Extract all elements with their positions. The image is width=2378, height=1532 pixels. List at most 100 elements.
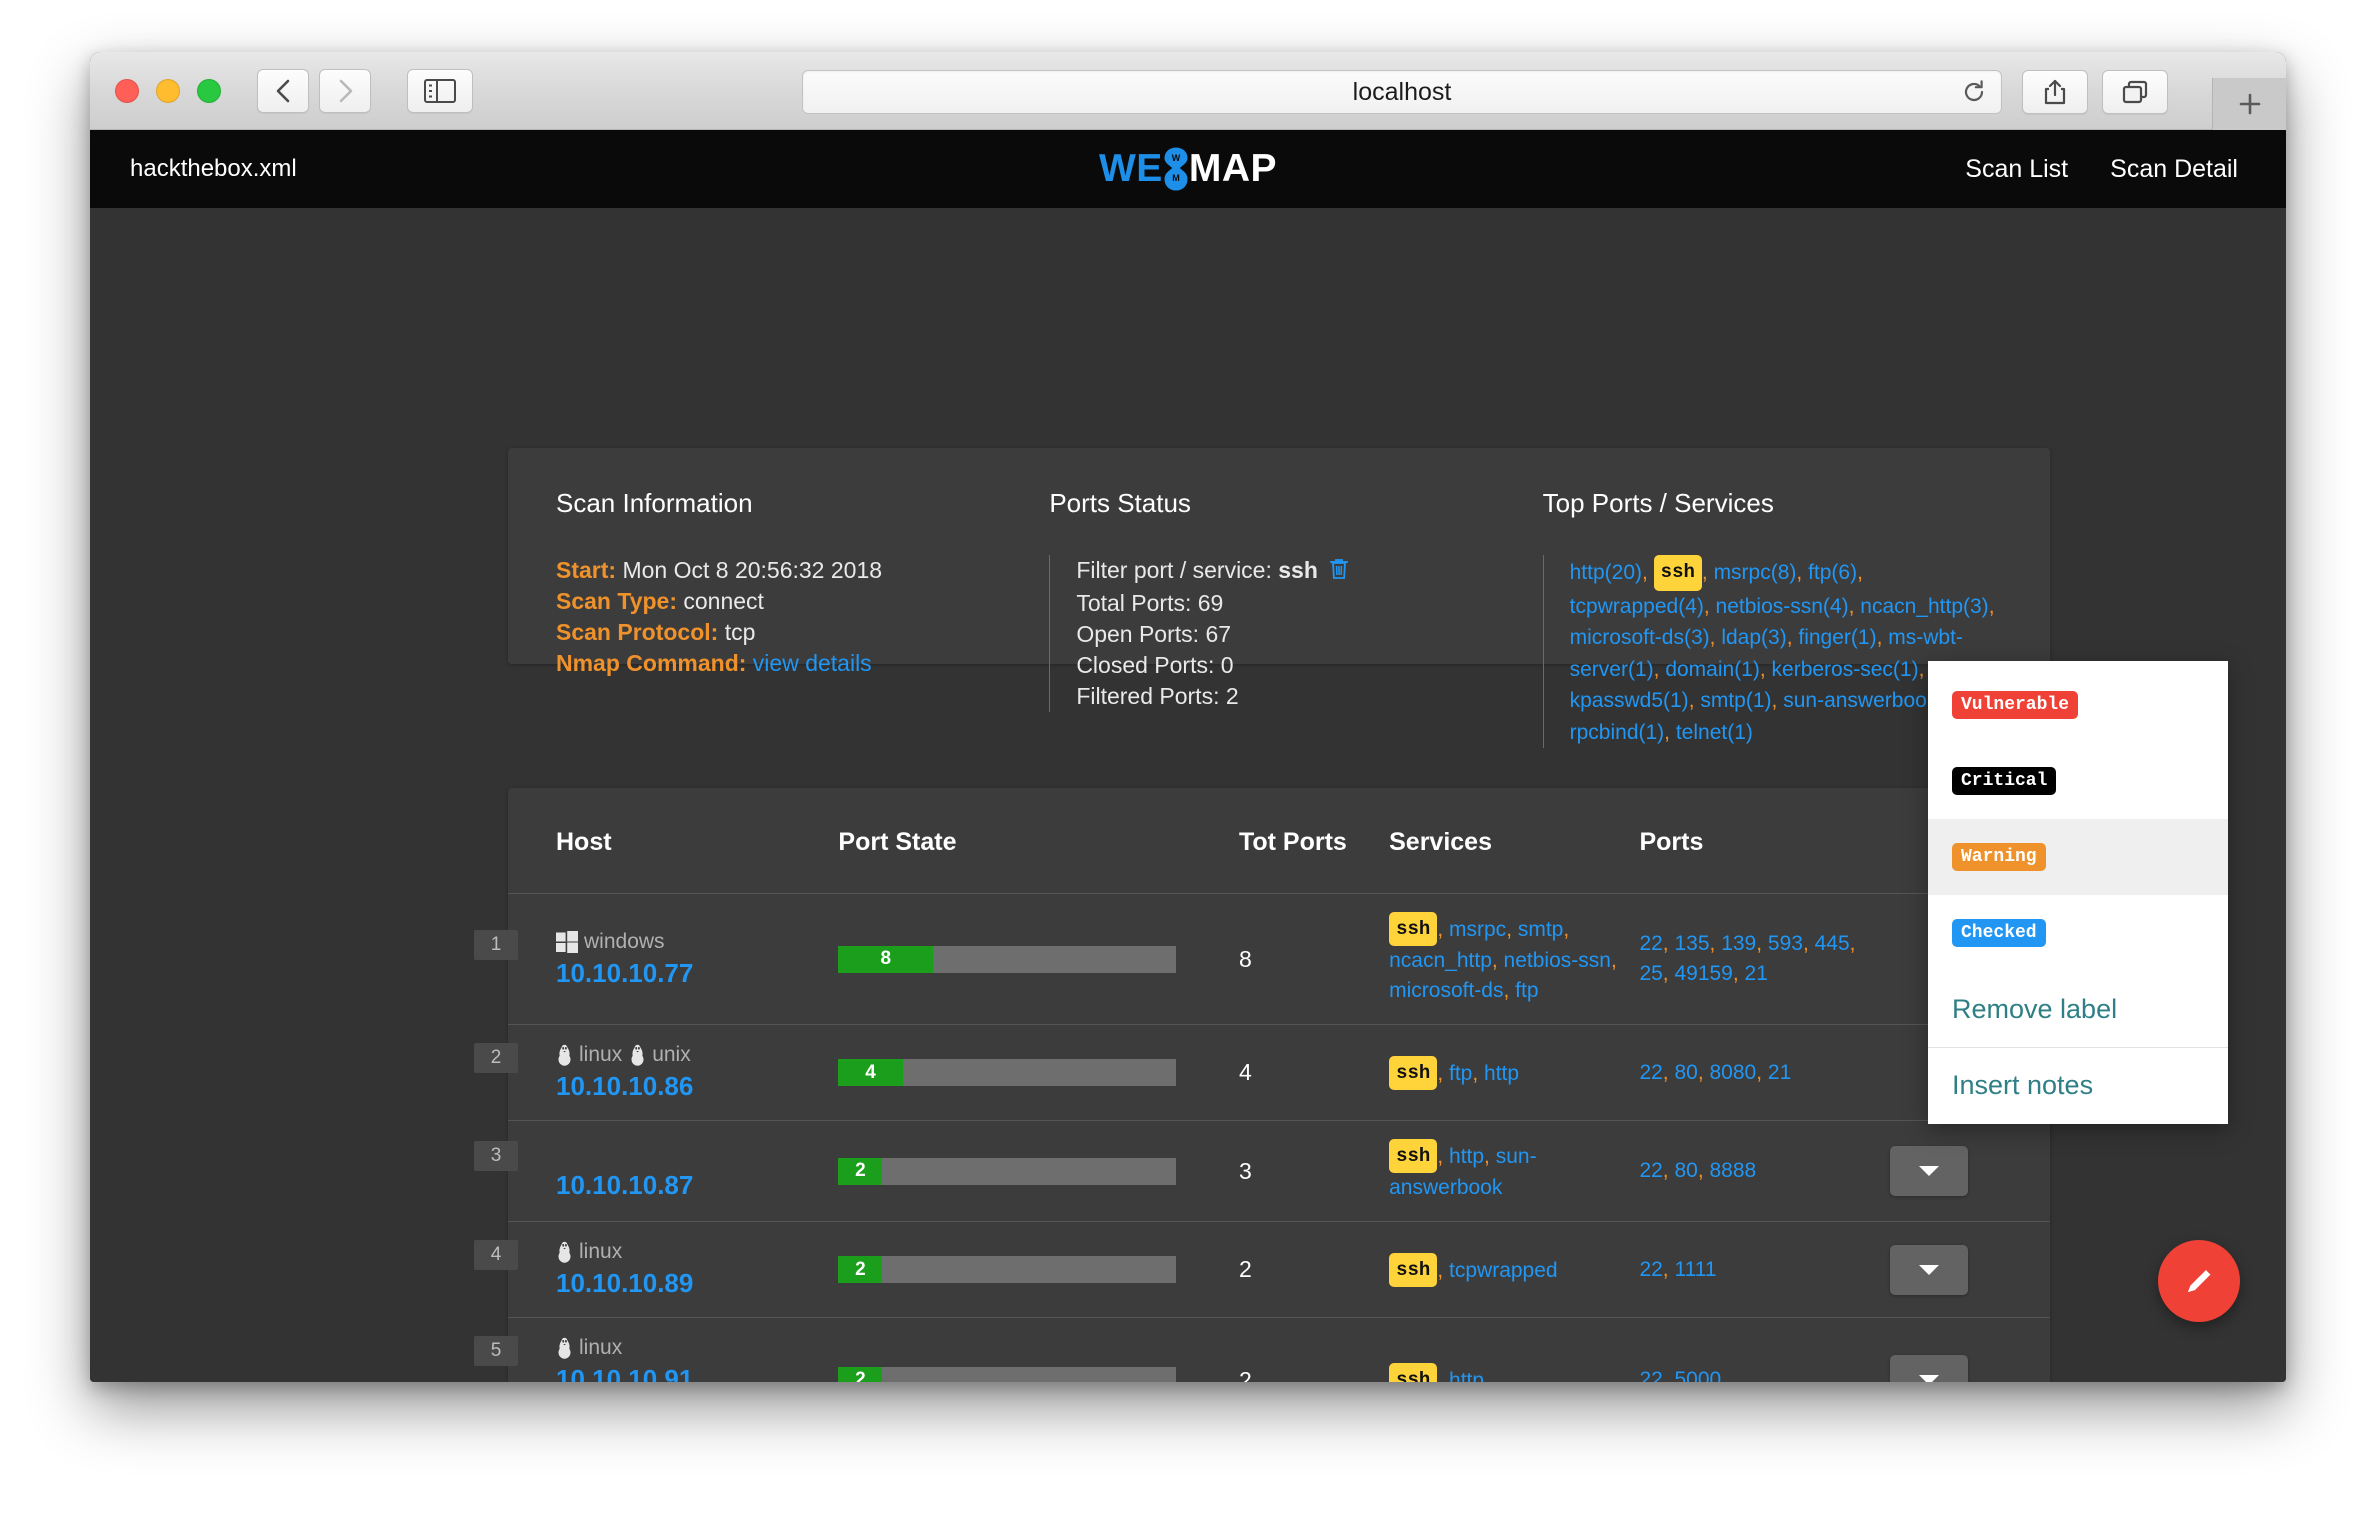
top-service-link[interactable]: finger(1) [1798,626,1876,649]
top-service-tag-ssh[interactable]: ssh [1653,555,1702,591]
service-link[interactable]: http [1449,1145,1484,1168]
services-cell: ssh, tcpwrapped [1389,1222,1639,1318]
port-link[interactable]: 1111 [1674,1258,1716,1281]
top-service-link[interactable]: smtp(1) [1700,689,1771,712]
top-ports-services-title: Top Ports / Services [1542,488,1774,518]
service-link[interactable]: ftp [1515,979,1538,1002]
host-ip-link[interactable]: 10.10.10.91 [556,1364,838,1382]
nav-link-scan-list[interactable]: Scan List [1965,155,2068,184]
reload-button[interactable] [1961,79,1987,105]
tot-ports-cell: 2 [1238,1256,1252,1282]
menu-item-warning[interactable]: Warning [1928,819,2228,895]
column-header-tot-ports[interactable]: Tot Ports [1238,788,1390,894]
port-link[interactable]: 22 [1639,1258,1662,1281]
top-service-link[interactable]: tcpwrapped(4) [1570,595,1704,618]
port-link[interactable]: 593 [1768,932,1803,955]
sidebar-toggle-button[interactable] [407,68,473,113]
webmap-logo[interactable]: WE W M MAP [1099,147,1277,191]
top-service-link[interactable]: telnet(1) [1676,721,1753,744]
port-link[interactable]: 8888 [1710,1159,1757,1182]
delete-filter-button[interactable] [1329,557,1349,588]
port-link[interactable]: 21 [1745,962,1768,985]
port-link[interactable]: 445 [1815,932,1850,955]
port-link[interactable]: 80 [1674,1159,1697,1182]
host-ip-link[interactable]: 10.10.10.87 [556,1170,838,1201]
port-link[interactable]: 22 [1639,1368,1662,1382]
port-link[interactable]: 139 [1721,932,1756,955]
port-link[interactable]: 8080 [1710,1061,1757,1084]
port-link[interactable]: 22 [1639,932,1662,955]
service-tag-ssh[interactable]: ssh [1389,912,1438,946]
top-service-link[interactable]: http(20) [1570,561,1642,584]
top-service-link[interactable]: msrpc(8) [1714,561,1797,584]
new-tab-button[interactable] [2212,78,2286,130]
ports-status-row-filtered: Filtered Ports: 2 [1076,681,1542,712]
row-label-dropdown-button[interactable] [1889,1244,1968,1295]
table-row[interactable]: 5linux10.10.10.91devoops.htb22ssh, http2… [474,1318,2050,1382]
service-link[interactable]: http [1484,1062,1519,1085]
service-link[interactable]: microsoft-ds [1389,979,1503,1002]
open-ports-progress-bar: 2 [838,1157,1177,1185]
share-button[interactable] [2022,70,2088,114]
top-service-link[interactable]: domain(1) [1665,658,1760,681]
port-link[interactable]: 49159 [1674,962,1732,985]
service-link[interactable]: http [1449,1369,1484,1382]
minimize-window-button[interactable] [156,78,180,103]
port-link[interactable]: 25 [1639,962,1662,985]
table-row[interactable]: 4 linux 10.10.10.89 2 2 ssh, tcpwrapped 22, 11… [474,1222,2050,1318]
edit-fab-button[interactable] [2158,1240,2240,1322]
back-button[interactable] [257,68,309,113]
menu-item-remove-label[interactable]: Remove label [1928,971,2228,1047]
port-link[interactable]: 135 [1674,932,1709,955]
service-link[interactable]: tcpwrapped [1449,1259,1558,1282]
top-service-link[interactable]: ldap(3) [1721,626,1786,649]
menu-item-vulnerable[interactable]: Vulnerable [1928,667,2228,743]
column-header-services[interactable]: Services [1389,788,1640,894]
port-link[interactable]: 5000 [1674,1368,1721,1382]
top-service-link[interactable]: microsoft-ds(3) [1570,626,1710,649]
port-link[interactable]: 22 [1639,1159,1662,1182]
address-bar[interactable]: localhost [802,70,2002,114]
nav-link-scan-detail[interactable]: Scan Detail [2110,155,2238,184]
close-window-button[interactable] [115,78,139,103]
service-link[interactable]: msrpc [1449,918,1506,941]
top-service-link[interactable]: rpcbind(1) [1570,721,1665,744]
host-ip-link[interactable]: 10.10.10.89 [556,1268,838,1299]
tab-overview-button[interactable] [2102,70,2168,114]
service-tag-ssh[interactable]: ssh [1389,1139,1438,1173]
column-header-port-state[interactable]: Port State [838,788,1239,894]
top-service-link[interactable]: netbios-ssn(4) [1716,595,1849,618]
row-label-dropdown-button[interactable] [1889,1146,1968,1196]
menu-item-critical[interactable]: Critical [1928,743,2228,819]
forward-button[interactable] [319,68,371,113]
column-header-host[interactable]: Host [508,788,839,894]
host-ip-link[interactable]: 10.10.10.77 [556,958,838,989]
menu-item-insert-notes[interactable]: Insert notes [1928,1047,2228,1123]
top-service-link[interactable]: kerberos-sec(1) [1772,658,1919,681]
table-row[interactable]: 3 10.10.10.87 2 3 ssh, http, sun-answerbook 2… [474,1121,2050,1222]
table-row[interactable]: 1 windows 10.10.10.77 8 8 ssh, msrpc, smtp, n… [474,894,2050,1025]
chevron-right-icon [339,79,353,102]
top-service-link[interactable]: kpasswd5(1) [1570,689,1689,712]
service-link[interactable]: ncacn_http [1389,949,1492,972]
view-details-link[interactable]: view details [753,650,872,676]
port-link[interactable]: 80 [1674,1061,1697,1084]
service-link[interactable]: ftp [1449,1062,1472,1085]
service-tag-ssh[interactable]: ssh [1389,1252,1438,1287]
service-link[interactable]: smtp [1518,918,1564,941]
menu-item-checked[interactable]: Checked [1928,895,2228,971]
port-link[interactable]: 22 [1639,1061,1662,1084]
top-service-link[interactable]: ftp(6) [1808,561,1857,584]
maximize-window-button[interactable] [197,78,221,103]
list-separator: , [1857,561,1863,584]
row-label-dropdown-button[interactable] [1889,1355,1968,1382]
port-link[interactable]: 21 [1768,1061,1791,1084]
service-tag-ssh[interactable]: ssh [1389,1055,1438,1090]
table-row[interactable]: 2 linux unix 10.10.10.86 4 4 ssh, ftp, http 22,… [474,1025,2050,1121]
service-link[interactable]: netbios-ssn [1504,949,1611,972]
port-state-cell: 2 [838,1121,1239,1222]
column-header-ports[interactable]: Ports [1639,788,1890,894]
host-ip-link[interactable]: 10.10.10.86 [556,1071,838,1102]
service-tag-ssh[interactable]: ssh [1389,1363,1438,1382]
top-service-link[interactable]: ncacn_http(3) [1860,595,1988,618]
